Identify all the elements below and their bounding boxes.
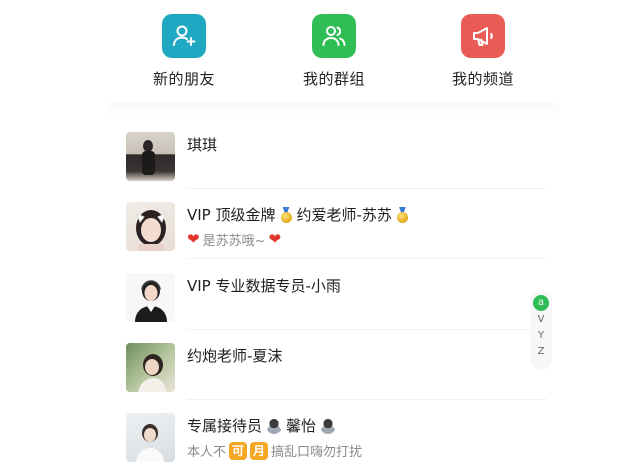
avatar (126, 202, 175, 251)
my-groups-label: 我的群组 (302, 70, 365, 88)
my-channels-button[interactable]: 我的频道 (428, 14, 538, 89)
status-tag: 月 (250, 441, 269, 460)
row-divider (187, 399, 547, 400)
section-divider (108, 103, 560, 119)
office-worker-icon (320, 417, 337, 434)
add-user-icon (162, 14, 206, 58)
gold-medal-icon (396, 207, 409, 223)
quick-actions: 新的朋友 我的群组 我的频道 (0, 0, 640, 100)
contact-name: 专属接待员 馨怡 (187, 415, 337, 436)
index-letter[interactable]: Y (530, 330, 552, 341)
avatar (126, 273, 175, 322)
avatar (126, 343, 175, 392)
new-friends-label: 新的朋友 (152, 70, 215, 88)
contact-name: VIP 顶级金牌 约爱老师-苏苏 (187, 204, 409, 225)
gold-medal-icon (280, 207, 293, 223)
alphabet-index[interactable]: a V Y Z (530, 290, 552, 370)
index-current-letter[interactable]: a (533, 295, 549, 311)
status-tag: 可 (229, 441, 248, 460)
avatar (126, 413, 175, 462)
avatar (126, 132, 175, 181)
contact-row[interactable]: VIP 专业数据专员-小雨 (126, 273, 556, 333)
row-divider (187, 329, 547, 330)
contact-name: VIP 专业数据专员-小雨 (187, 277, 341, 295)
contact-status: 本人不 可 月 搞乱口嗨勿打扰 (187, 441, 363, 460)
row-divider (187, 258, 547, 259)
my-channels-label: 我的频道 (451, 70, 514, 88)
contact-row[interactable]: VIP 顶级金牌 约爱老师-苏苏 ❤ 是苏苏哦~ ❤ (126, 202, 556, 262)
contact-status: ❤ 是苏苏哦~ ❤ (187, 230, 282, 250)
heart-icon: ❤ (268, 230, 282, 248)
group-icon (312, 14, 356, 58)
index-letter[interactable]: V (530, 314, 552, 325)
my-groups-button[interactable]: 我的群组 (279, 14, 389, 89)
megaphone-icon (461, 14, 505, 58)
contact-row[interactable]: 约炮老师-夏沫 (126, 343, 556, 403)
contact-name: 琪琪 (187, 136, 218, 154)
new-friends-button[interactable]: 新的朋友 (129, 14, 239, 89)
contact-row[interactable]: 琪琪 (126, 132, 556, 192)
heart-icon: ❤ (187, 230, 200, 248)
row-divider (187, 188, 547, 189)
contact-row[interactable]: 专属接待员 馨怡 本人不 可 月 搞乱口嗨勿打扰 (126, 413, 556, 473)
office-worker-icon (266, 417, 283, 434)
contact-name: 约炮老师-夏沫 (187, 347, 283, 365)
index-letter[interactable]: Z (530, 346, 552, 357)
